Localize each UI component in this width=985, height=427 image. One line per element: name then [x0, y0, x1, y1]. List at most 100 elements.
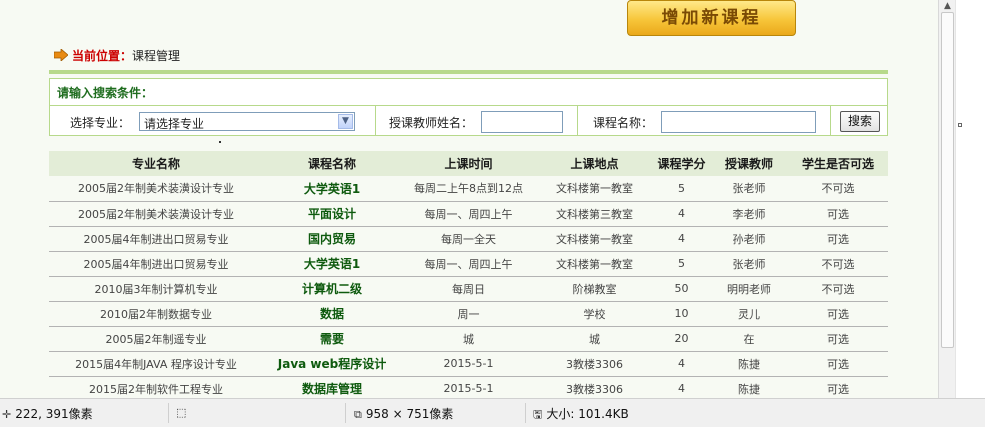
table-cell: 每周一、周四上午 [401, 251, 536, 277]
search-row: 选择专业： 请选择专业 ▼ 授课教师姓名： 课程名称： 搜索 [50, 105, 887, 136]
table-cell: 2010届2年制数据专业 [49, 301, 263, 327]
page-content: 增加新课程 当前位置：课程管理 请输入搜索条件： 选择专业： 请选择专业 ▼ 授… [0, 0, 938, 398]
table-cell: 可选 [788, 326, 888, 352]
course-label: 课程名称： [593, 116, 654, 130]
status-divider [525, 403, 526, 423]
course-name-cell: 数据 [263, 301, 401, 327]
table-row: 2005届2年制遥专业 需要城城 20 在可选 [49, 326, 888, 352]
column-header: 授课教师 [710, 151, 788, 176]
table-cell: 张老师 [710, 251, 788, 277]
table-cell: 学校 [536, 301, 653, 327]
table-cell: 5 [653, 251, 710, 277]
image-dimensions: ⧉ 958 × 751像素 [354, 405, 453, 422]
add-course-button[interactable]: 增加新课程 [627, 0, 796, 36]
table-cell: 陈捷 [710, 351, 788, 377]
side-panel [955, 0, 985, 398]
status-divider [168, 403, 169, 423]
major-select-value: 请选择专业 [144, 117, 205, 131]
teacher-input[interactable] [481, 111, 563, 133]
table-cell: 3教楼3306 [536, 351, 653, 377]
table-row: 2015届2年制软件工程专业 数据库管理 2015-5-1 3教楼3306 4 陈捷 可选 [49, 376, 888, 398]
table-cell: 20 [653, 326, 710, 352]
table-cell: 2015届4年制JAVA 程序设计专业 [49, 351, 263, 377]
table-row: 2005届2年制美术装潢设计专业 平面设计 每周一、周四上午 文科楼第三教室 4 李老师可… [49, 201, 888, 227]
table-cell: 文科楼第一教室 [536, 176, 653, 202]
table-cell: 城 [401, 326, 536, 352]
file-size-text: 大小: 101.4KB [546, 407, 629, 421]
table-cell: 4 [653, 376, 710, 398]
scrollbar-thumb[interactable] [941, 12, 954, 348]
table-cell: 可选 [788, 201, 888, 227]
breadcrumb: 当前位置：课程管理 [54, 48, 180, 64]
table-cell: 李老师 [710, 201, 788, 227]
column-header: 课程名称 [263, 151, 401, 176]
table-cell: 可选 [788, 226, 888, 252]
table-cell: 可选 [788, 351, 888, 377]
selection-size: ⬚ [176, 405, 190, 419]
cell-divider [830, 106, 831, 136]
table-row: 2015届4年制JAVA 程序设计专业 Java web程序设计 2015-5-1 3… [49, 351, 888, 377]
stray-dot [219, 141, 221, 143]
table-cell: 城 [536, 326, 653, 352]
column-header: 上课时间 [401, 151, 536, 176]
table-row: 2010届2年制数据专业 数据 周一 学校 10 灵儿 可选 [49, 301, 888, 327]
file-size: 🖫 大小: 101.4KB [533, 405, 629, 425]
table-row: 2005届4年制进出口贸易专业 国内贸易 每周一全天 文科楼第一教室 4 孙老师 可选 [49, 226, 888, 252]
table-cell: 文科楼第一教室 [536, 226, 653, 252]
scroll-up-icon[interactable]: ▲ [942, 0, 953, 12]
table-cell: 2015-5-1 [401, 351, 536, 377]
table-cell: 在 [710, 326, 788, 352]
course-name-cell: 国内贸易 [263, 226, 401, 252]
table-cell: 每周一全天 [401, 226, 536, 252]
status-divider [345, 403, 346, 423]
table-cell: 4 [653, 201, 710, 227]
table-header-row: 专业名称 课程名称 上课时间 上课地点 课程学分 授课教师 学生是否可选 [49, 151, 888, 176]
table-cell: 2005届2年制遥专业 [49, 326, 263, 352]
status-bar: ✛ 222, 391像素 ⬚ ⧉ 958 × 751像素 🖫 大小: 101.4KB [0, 398, 985, 427]
table-cell: 不可选 [788, 276, 888, 302]
course-name-cell: 大学英语1 [263, 176, 401, 202]
cursor-position: ✛ 222, 391像素 [2, 405, 93, 422]
course-name-cell: 平面设计 [263, 201, 401, 227]
search-title: 请输入搜索条件： [57, 86, 154, 100]
teacher-label: 授课教师姓名： [389, 116, 474, 130]
chevron-down-icon[interactable]: ▼ [338, 114, 353, 129]
search-button[interactable]: 搜索 [840, 111, 880, 132]
course-name-cell: Java web程序设计 [263, 351, 401, 377]
course-input[interactable] [661, 111, 816, 133]
table-cell: 4 [653, 226, 710, 252]
course-name-cell: 需要 [263, 326, 401, 352]
table-row: 2005届2年制美术装潢设计专业 大学英语1 每周二上午8点到12点 文科楼第一教室 5… [49, 176, 888, 202]
table-cell: 文科楼第三教室 [536, 201, 653, 227]
table-cell: 可选 [788, 376, 888, 398]
vertical-scrollbar[interactable]: ▲ [938, 0, 955, 398]
course-name-cell: 大学英语1 [263, 251, 401, 277]
table-cell: 3教楼3306 [536, 376, 653, 398]
cell-divider [577, 106, 578, 136]
table-row: 2010届3年制计算机专业 计算机二级 每周日 阶梯教室 50 明明老师 不可选 [49, 276, 888, 302]
table-cell: 2005届2年制美术装潢设计专业 [49, 176, 263, 202]
breadcrumb-current: 课程管理 [132, 49, 181, 63]
arrow-right-icon [54, 49, 68, 61]
table-cell: 可选 [788, 301, 888, 327]
column-header: 课程学分 [653, 151, 710, 176]
table-row: 2005届4年制进出口贸易专业 大学英语1 每周一、周四上午 文科楼第一教室 5 张老师不… [49, 251, 888, 277]
image-size-icon: ⧉ [354, 408, 362, 421]
table-cell: 2005届4年制进出口贸易专业 [49, 226, 263, 252]
table-cell: 孙老师 [710, 226, 788, 252]
table-cell: 50 [653, 276, 710, 302]
resize-handle[interactable] [958, 123, 962, 127]
table-cell: 2015-5-1 [401, 376, 536, 398]
cell-divider [375, 106, 376, 136]
table-cell: 不可选 [788, 176, 888, 202]
major-select[interactable]: 请选择专业 ▼ [139, 112, 355, 131]
table-cell: 每周二上午8点到12点 [401, 176, 536, 202]
table-cell: 2005届4年制进出口贸易专业 [49, 251, 263, 277]
table-cell: 4 [653, 351, 710, 377]
cursor-position-text: 222, 391像素 [15, 407, 93, 421]
table-cell: 每周日 [401, 276, 536, 302]
column-header: 上课地点 [536, 151, 653, 176]
table-cell: 周一 [401, 301, 536, 327]
table-cell: 阶梯教室 [536, 276, 653, 302]
column-header: 专业名称 [49, 151, 263, 176]
